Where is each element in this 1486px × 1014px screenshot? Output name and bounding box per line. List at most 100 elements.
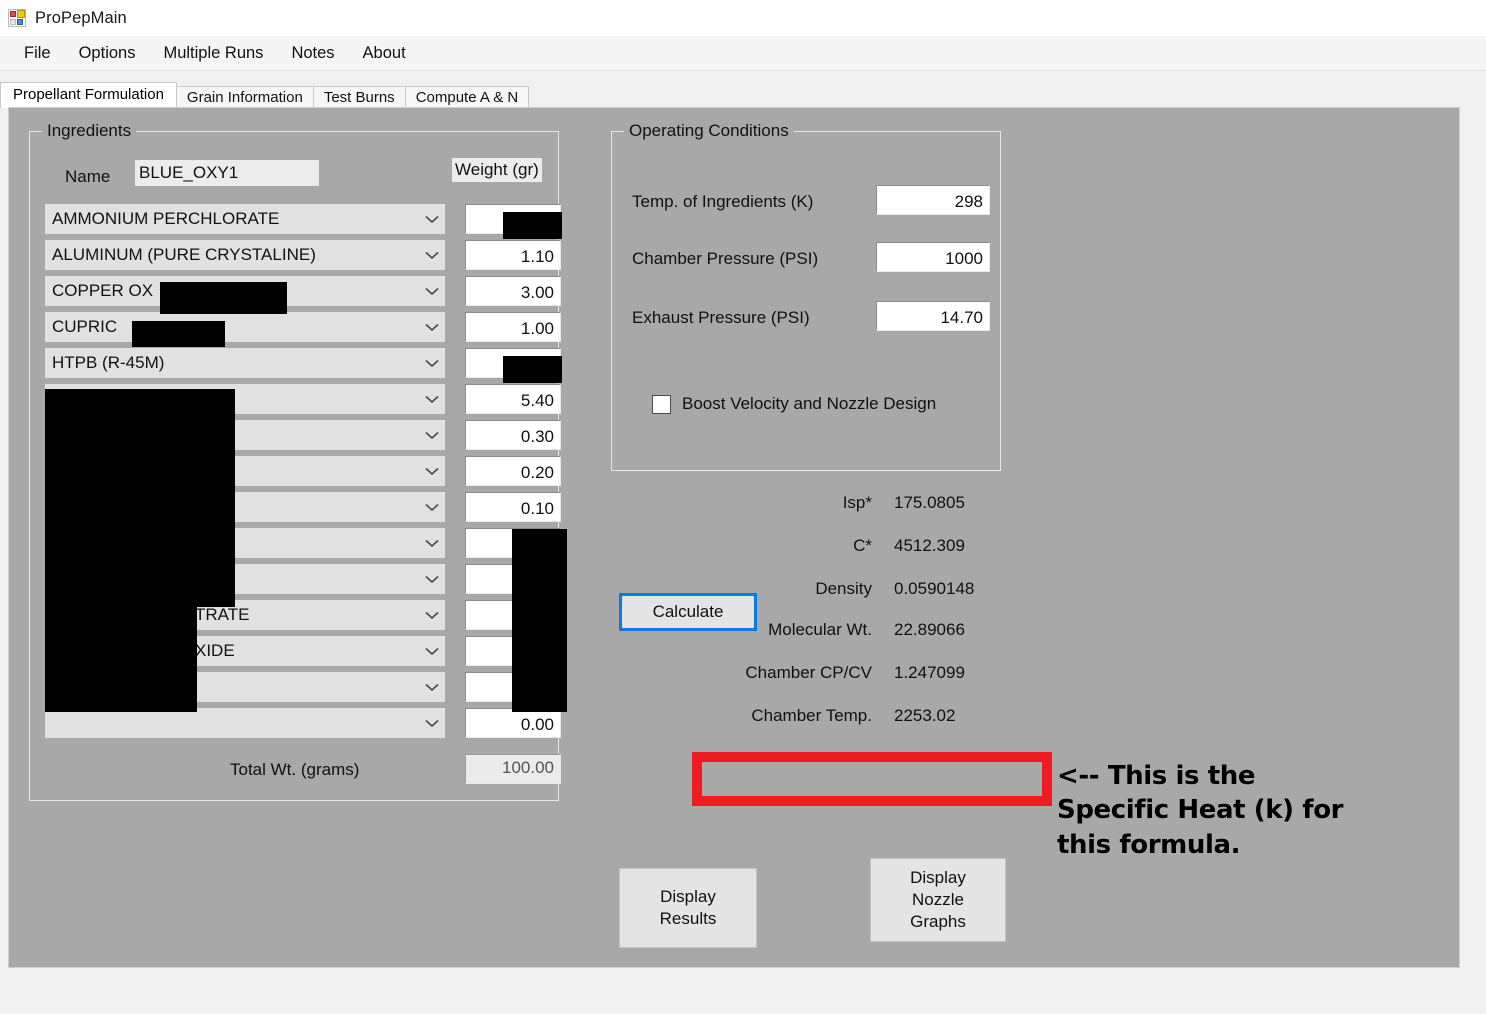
tab-grain-information[interactable]: Grain Information <box>175 86 314 108</box>
annotation-line-3: this formula. <box>1057 829 1241 860</box>
main-content-panel: Ingredients Name Weight (gr) AMMONIUM PE… <box>8 107 1460 968</box>
ingredient-select-15[interactable] <box>45 708 445 738</box>
ingredient-label-5: HTPB (R-45M) <box>52 353 165 372</box>
weight-input-7[interactable] <box>465 420 561 450</box>
chamber-pressure-label: Chamber Pressure (PSI) <box>632 249 819 268</box>
chevron-down-icon <box>419 467 445 476</box>
menu-item-file[interactable]: File <box>10 41 65 66</box>
ingredient-row <box>45 708 561 738</box>
app-window-grid-icon <box>8 9 26 27</box>
formulation-name-label: Name <box>65 167 111 186</box>
ingredient-label-1: AMMONIUM PERCHLORATE <box>52 209 280 228</box>
ingredient-select-2[interactable]: ALUMINUM (PURE CRYSTALINE) <box>45 240 445 270</box>
weight-input-15[interactable] <box>465 708 561 738</box>
tab-test-burns[interactable]: Test Burns <box>312 86 406 108</box>
ingredient-select-1[interactable]: AMMONIUM PERCHLORATE <box>45 204 445 234</box>
result-label-isp: Isp* <box>842 493 872 512</box>
total-weight-value: 100.00 <box>465 754 561 784</box>
result-value-chamber-temp: 2253.02 <box>894 706 956 725</box>
redaction-bar-names-lower <box>45 605 197 712</box>
ingredient-select-4[interactable]: CUPRIC <box>45 312 445 342</box>
window-title: ProPepMain <box>35 8 127 27</box>
weight-input-2[interactable] <box>465 240 561 270</box>
result-label-cstar: C* <box>853 536 872 555</box>
result-value-molecular-wt: 22.89066 <box>894 620 965 639</box>
ingredients-group-title: Ingredients <box>42 121 137 141</box>
ingredient-label-2: ALUMINUM (PURE CRYSTALINE) <box>52 245 316 264</box>
result-label-chamber-cp-cv: Chamber CP/CV <box>745 663 872 682</box>
formulation-name-input[interactable] <box>135 160 319 186</box>
tab-compute-a-and-n[interactable]: Compute A & N <box>404 86 530 108</box>
menu-item-options[interactable]: Options <box>65 41 150 66</box>
result-label-molecular-wt: Molecular Wt. <box>768 620 872 639</box>
ingredient-row: HTPB (R-45M) <box>45 348 561 378</box>
chevron-down-icon <box>419 719 445 728</box>
operating-conditions-group-title: Operating Conditions <box>624 121 794 141</box>
menu-item-about[interactable]: About <box>349 41 420 66</box>
chevron-down-icon <box>419 395 445 404</box>
result-value-chamber-cp-cv: 1.247099 <box>894 663 965 682</box>
ingredient-row: CUPRIC <box>45 312 561 342</box>
display-nozzle-line-3: Graphs <box>910 911 966 931</box>
exhaust-pressure-label: Exhaust Pressure (PSI) <box>632 308 810 327</box>
result-row-cstar: C* 4512.309 <box>709 533 1029 559</box>
display-nozzle-line-1: Display <box>910 868 966 888</box>
annotation-line-1: <-- This is the <box>1057 761 1256 791</box>
menu-bar: File Options Multiple Runs Notes About <box>0 36 1486 71</box>
weight-column-header: Weight (gr) <box>452 158 542 182</box>
annotation-line-2: Specific Heat (k) for <box>1057 795 1344 826</box>
weight-input-4[interactable] <box>465 312 561 342</box>
chevron-down-icon <box>419 683 445 692</box>
boost-velocity-checkbox[interactable] <box>652 394 671 414</box>
result-label-density: Density <box>815 579 872 598</box>
redaction-bar-weight-row1 <box>503 212 562 239</box>
chevron-down-icon <box>419 215 445 224</box>
tab-strip: Propellant Formulation Grain Information… <box>0 78 1486 108</box>
chevron-down-icon <box>419 647 445 656</box>
display-nozzle-line-2: Nozzle <box>912 890 964 910</box>
title-bar: ProPepMain <box>0 0 1486 36</box>
ingredient-row: ALUMINUM (PURE CRYSTALINE) <box>45 240 561 270</box>
result-row-isp: Isp* 175.0805 <box>709 490 1029 516</box>
redaction-bar-weight-row5 <box>503 356 562 383</box>
result-value-cstar: 4512.309 <box>894 536 965 555</box>
chevron-down-icon <box>419 575 445 584</box>
ingredient-row: AMMONIUM PERCHLORATE <box>45 204 561 234</box>
operating-conditions-group: Operating Conditions Temp. of Ingredient… <box>611 121 1001 471</box>
ingredients-group: Ingredients Name Weight (gr) AMMONIUM PE… <box>29 121 567 801</box>
display-nozzle-graphs-button[interactable]: Display Nozzle Graphs <box>870 858 1006 942</box>
chevron-down-icon <box>419 323 445 332</box>
result-row-molecular-wt: Molecular Wt. 22.89066 <box>709 617 1029 643</box>
boost-velocity-checkbox-row[interactable]: Boost Velocity and Nozzle Design <box>652 394 936 414</box>
result-row-chamber-temp: Chamber Temp. 2253.02 <box>709 703 1029 729</box>
chevron-down-icon <box>419 431 445 440</box>
tab-propellant-formulation[interactable]: Propellant Formulation <box>0 82 177 108</box>
display-results-button[interactable]: Display Results <box>619 868 757 948</box>
display-results-line-2: Results <box>659 909 717 928</box>
result-value-isp: 175.0805 <box>894 493 965 512</box>
temp-of-ingredients-input[interactable] <box>876 185 990 215</box>
redaction-bar-weight-block <box>512 529 567 712</box>
result-label-chamber-temp: Chamber Temp. <box>751 706 872 725</box>
result-row-chamber-cp-cv: Chamber CP/CV 1.247099 <box>709 660 1029 686</box>
propep-application-window: ProPepMain File Options Multiple Runs No… <box>0 0 1486 1014</box>
exhaust-pressure-input[interactable] <box>876 301 990 331</box>
redaction-bar-row3-name <box>160 282 287 314</box>
ingredient-select-5[interactable]: HTPB (R-45M) <box>45 348 445 378</box>
chamber-pressure-input[interactable] <box>876 242 990 272</box>
result-row-density: Density 0.0590148 <box>709 576 1029 602</box>
chevron-down-icon <box>419 251 445 260</box>
total-weight-label: Total Wt. (grams) <box>230 760 360 779</box>
weight-input-8[interactable] <box>465 456 561 486</box>
weight-input-6[interactable] <box>465 384 561 414</box>
redaction-bar-names-block <box>45 389 235 607</box>
chevron-down-icon <box>419 539 445 548</box>
menu-item-notes[interactable]: Notes <box>277 41 348 66</box>
menu-item-multiple-runs[interactable]: Multiple Runs <box>149 41 277 66</box>
weight-input-9[interactable] <box>465 492 561 522</box>
chevron-down-icon <box>419 503 445 512</box>
redaction-bar-row4-name <box>132 321 225 347</box>
boost-velocity-label: Boost Velocity and Nozzle Design <box>682 394 937 413</box>
weight-input-3[interactable] <box>465 276 561 306</box>
chevron-down-icon <box>419 611 445 620</box>
